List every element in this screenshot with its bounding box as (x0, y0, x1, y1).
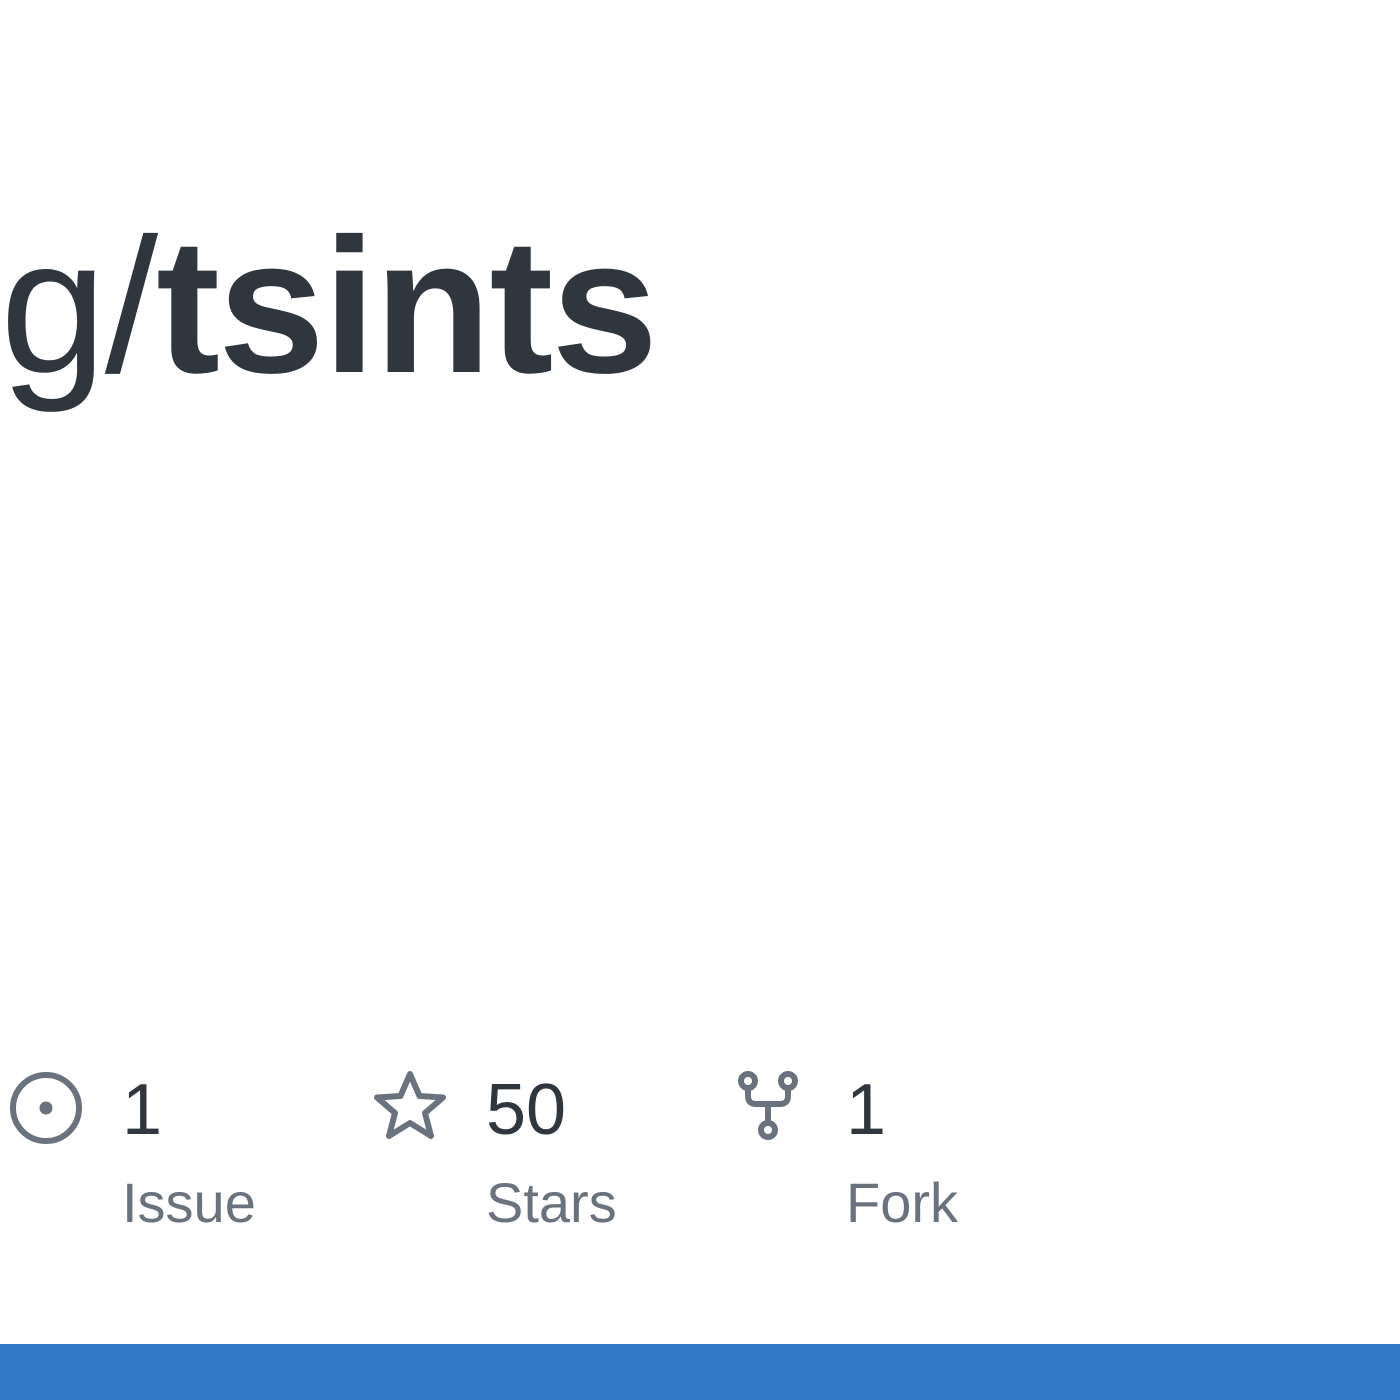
repo-title: g/tsints (0, 210, 656, 420)
repo-forked-icon (730, 1068, 810, 1148)
issue-opened-icon (6, 1068, 86, 1148)
star-icon (370, 1068, 450, 1148)
stars-count: 50 (486, 1070, 567, 1150)
forks-count: 1 (846, 1070, 887, 1150)
language-color-bar (0, 1344, 1400, 1400)
social-preview-card: g/tsints 1 Issue 50 Stars 1 Fork (0, 0, 1400, 1400)
repo-slash: / (104, 210, 158, 413)
repo-owner-fragment: g (0, 210, 107, 413)
forks-label: Fork (846, 1171, 958, 1234)
issues-label: Issue (122, 1171, 256, 1234)
repo-name: tsints (156, 210, 657, 413)
stars-label: Stars (486, 1171, 617, 1234)
issues-count: 1 (122, 1070, 163, 1150)
